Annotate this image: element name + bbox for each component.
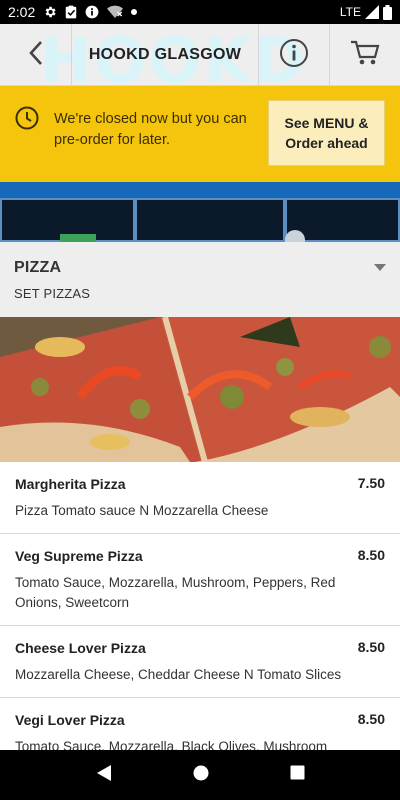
menu-items-list[interactable]: Margherita Pizza 7.50 Pizza Tomato sauce… <box>0 462 400 750</box>
navigation-bar <box>0 750 400 800</box>
menu-item-price: 7.50 <box>357 475 385 491</box>
app-bar: HOOKD HOOKD GLASGOW <box>0 24 400 86</box>
cart-button[interactable] <box>330 24 400 85</box>
closed-banner: We're closed now but you can pre-order f… <box>0 86 400 182</box>
menu-item[interactable]: Margherita Pizza 7.50 Pizza Tomato sauce… <box>0 462 400 534</box>
clock-icon <box>15 106 39 135</box>
menu-item[interactable]: Cheese Lover Pizza 8.50 Mozzarella Chees… <box>0 626 400 698</box>
status-bar: 2:02 LTE <box>0 0 400 24</box>
menu-item[interactable]: Vegi Lover Pizza 8.50 Tomato Sauce, Mozz… <box>0 698 400 750</box>
dropdown-caret-icon[interactable] <box>374 264 386 271</box>
menu-item-price: 8.50 <box>357 711 385 727</box>
menu-item-description: Mozzarella Cheese, Cheddar Cheese N Toma… <box>15 667 342 682</box>
menu-item[interactable]: Veg Supreme Pizza 8.50 Tomato Sauce, Moz… <box>0 534 400 626</box>
category-title: PIZZA <box>14 259 62 276</box>
closed-message: We're closed now but you can pre-order f… <box>54 111 247 148</box>
settings-gear-icon <box>43 5 57 19</box>
category-header[interactable]: PIZZA SET PIZZAS <box>0 242 400 317</box>
menu-item-description: Tomato Sauce, Mozzarella, Mushroom, Pepp… <box>15 575 336 610</box>
menu-item-name: Margherita Pizza <box>15 476 126 492</box>
pizza-image <box>0 317 400 462</box>
network-type: LTE <box>339 5 361 19</box>
info-icon <box>279 38 309 73</box>
store-front-image <box>0 182 400 242</box>
info-button[interactable] <box>258 24 330 85</box>
menu-item-name: Cheese Lover Pizza <box>15 640 146 656</box>
menu-item-name: Vegi Lover Pizza <box>15 712 125 728</box>
wifi-off-icon <box>107 5 124 19</box>
menu-item-description: Tomato Sauce, Mozzarella, Black Olives, … <box>15 739 328 750</box>
menu-item-description: Pizza Tomato sauce N Mozzarella Cheese <box>15 503 269 518</box>
notification-dot-icon <box>131 9 138 15</box>
battery-icon <box>383 4 392 20</box>
nav-recents-icon[interactable] <box>290 765 305 785</box>
back-button[interactable] <box>0 24 72 85</box>
nav-home-icon[interactable] <box>193 765 209 786</box>
see-menu-order-ahead-button[interactable]: See MENU & Order ahead <box>268 100 385 166</box>
signal-icon <box>365 5 379 19</box>
cart-icon <box>350 39 380 72</box>
clipboard-check-icon <box>65 5 77 19</box>
menu-item-price: 8.50 <box>357 639 385 655</box>
menu-item-price: 8.50 <box>357 547 385 563</box>
nav-back-icon[interactable] <box>95 764 113 787</box>
status-time: 2:02 <box>8 4 36 20</box>
info-circle-icon <box>85 5 99 19</box>
category-subtitle: SET PIZZAS <box>14 286 91 301</box>
page-title: HOOKD GLASGOW <box>88 46 242 63</box>
menu-item-name: Veg Supreme Pizza <box>15 548 143 564</box>
back-arrow-icon <box>28 40 44 71</box>
